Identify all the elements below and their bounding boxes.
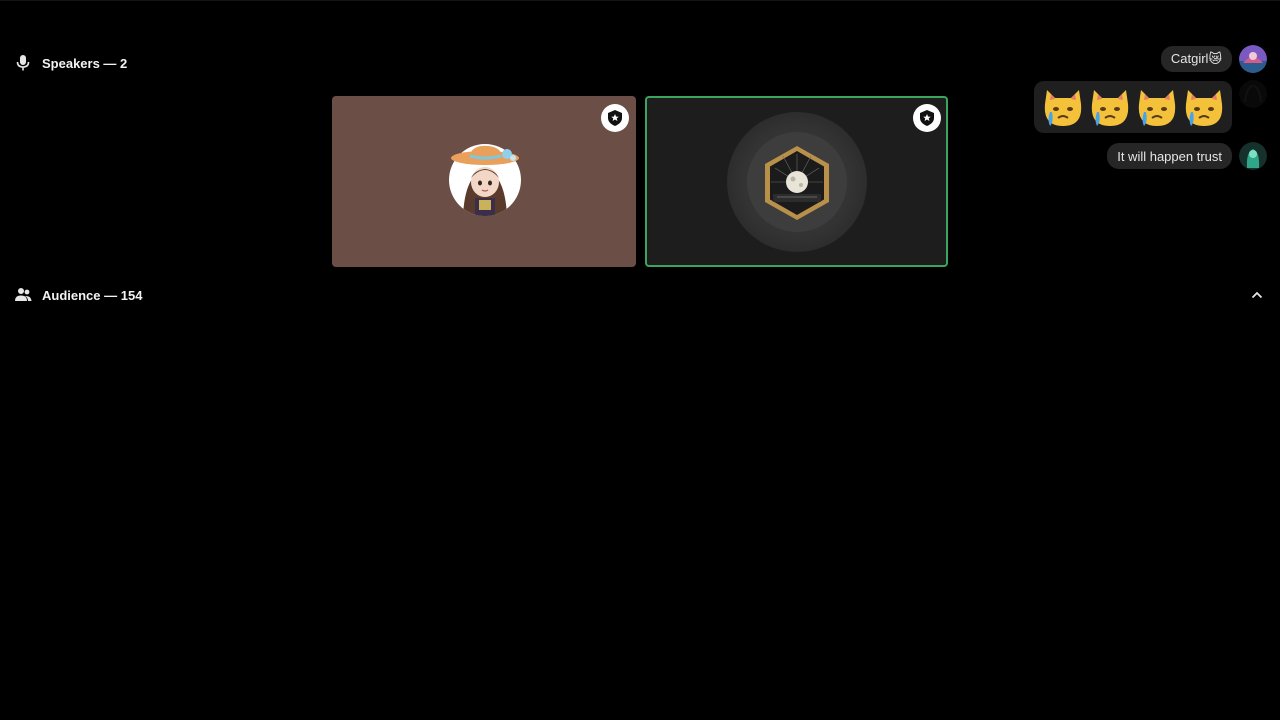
speaker-avatar-2 bbox=[765, 146, 829, 220]
chat-author-avatar[interactable] bbox=[1239, 142, 1267, 170]
chat-message-text: Catgirl😿 bbox=[1170, 51, 1222, 66]
crying-cat-emoji bbox=[1044, 90, 1081, 126]
shield-star-icon bbox=[608, 110, 622, 126]
speakers-section-header: Speakers — 2 bbox=[14, 54, 127, 72]
speaker-tile-2[interactable] bbox=[645, 96, 948, 267]
moderator-badge bbox=[913, 104, 941, 132]
speaker-avatar-1 bbox=[449, 144, 521, 216]
audience-section-header[interactable]: Audience — 154 bbox=[14, 286, 142, 304]
chat-message-text: It will happen trust bbox=[1117, 148, 1222, 164]
crying-cat-emoji bbox=[1091, 90, 1128, 126]
crying-cat-emoji bbox=[1138, 90, 1175, 126]
people-icon bbox=[14, 286, 32, 304]
emoji-reaction-message bbox=[1034, 81, 1232, 133]
chat-message-bubble: Catgirl😿 bbox=[1160, 46, 1232, 72]
chat-author-avatar[interactable] bbox=[1239, 80, 1267, 108]
moderator-badge bbox=[601, 104, 629, 132]
chat-author-avatar[interactable] bbox=[1239, 45, 1267, 73]
audience-label: Audience — 154 bbox=[42, 287, 143, 303]
speaker-tile-1[interactable] bbox=[332, 96, 636, 267]
chat-message-bubble: It will happen trust bbox=[1107, 143, 1232, 169]
crying-cat-emoji bbox=[1185, 90, 1222, 126]
speakers-label: Speakers — 2 bbox=[42, 55, 128, 71]
top-divider bbox=[0, 0, 1280, 1]
audience-collapse-button[interactable] bbox=[1248, 286, 1266, 304]
shield-star-icon bbox=[920, 110, 934, 126]
chevron-up-icon bbox=[1251, 291, 1263, 299]
microphone-icon bbox=[14, 54, 32, 72]
